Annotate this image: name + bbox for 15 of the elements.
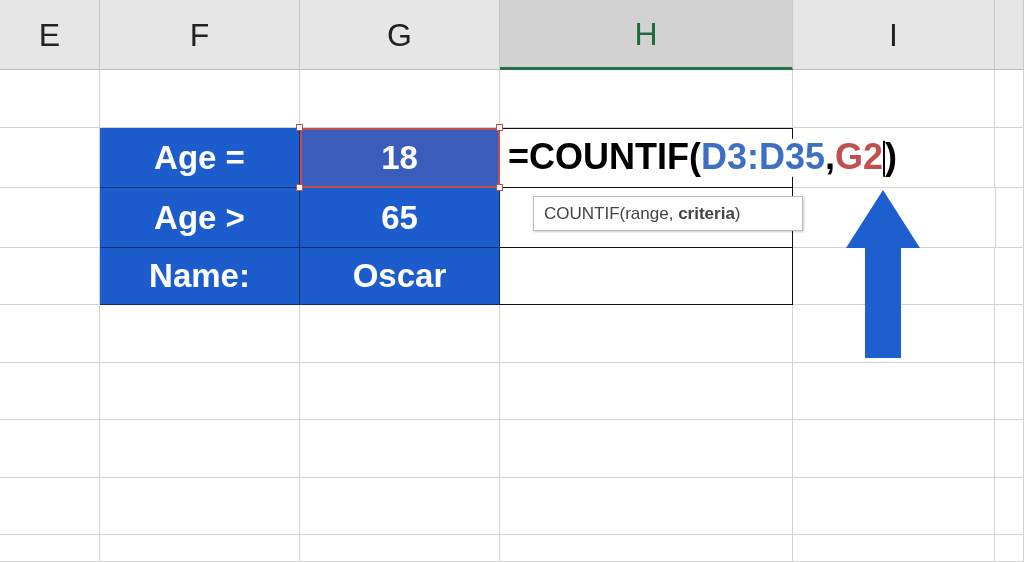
value-cell[interactable]: Oscar	[300, 248, 500, 305]
label-cell: Age >	[100, 188, 300, 248]
tooltip-text: COUNTIF(range, criteria)	[544, 202, 741, 225]
column-header[interactable]: H	[500, 0, 793, 70]
value-cell[interactable]: 65	[300, 188, 500, 248]
column-header[interactable]: I	[793, 0, 995, 70]
label-cell: Name:	[100, 248, 300, 305]
formula-text[interactable]: =COUNTIF(D3:D35,G2)	[508, 138, 898, 178]
column-header[interactable]: E	[0, 0, 100, 70]
up-arrow-icon	[846, 190, 920, 358]
label-cell: Age =	[100, 128, 300, 188]
column-header[interactable]: G	[300, 0, 500, 70]
text-cursor	[883, 141, 886, 178]
column-header[interactable]: F	[100, 0, 300, 70]
column-header[interactable]	[995, 0, 1024, 70]
